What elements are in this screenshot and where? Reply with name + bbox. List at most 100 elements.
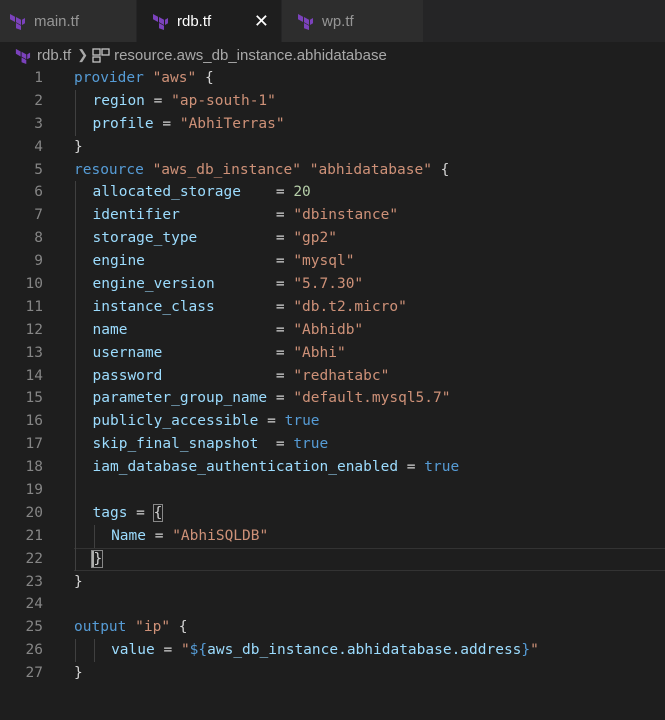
code-line[interactable]: 10 engine_version = "5.7.30" [0, 273, 665, 296]
line-number: 27 [25, 665, 43, 682]
code-line[interactable]: 11 instance_class = "db.t2.micro" [0, 295, 665, 319]
line-number: 14 [25, 367, 43, 384]
line-number: 22 [25, 550, 43, 567]
indent-guide [75, 341, 76, 365]
line-number: 24 [25, 596, 43, 613]
code-line[interactable]: 12 name = "Abhidb" [0, 318, 665, 342]
code-token: 20 [293, 184, 311, 201]
code-line[interactable]: 4} [0, 136, 665, 159]
tab-label: wp.tf [322, 12, 354, 30]
code-token: { [431, 161, 450, 178]
indent-guide [75, 112, 76, 136]
breadcrumb-symbol[interactable]: resource.aws_db_instance.abhidatabase [114, 47, 387, 64]
code-line[interactable]: 27} [0, 662, 665, 685]
code-token: profile [92, 115, 154, 132]
code-content: tags = { [92, 502, 164, 525]
close-icon[interactable]: ✕ [254, 10, 269, 32]
code-token: = [240, 184, 294, 201]
tab-label: main.tf [34, 12, 80, 30]
tab-main-tf[interactable]: main.tf [0, 0, 137, 42]
code-token: parameter_group_name [92, 390, 268, 407]
code-line[interactable]: 9 engine = "mysql" [0, 250, 665, 274]
code-token: "db.t2.micro" [293, 298, 407, 315]
indent-guide [75, 227, 76, 251]
code-token: = [214, 276, 294, 293]
code-token: aws_db_instance.abhidatabase.address [207, 642, 522, 659]
code-content: name = "Abhidb" [93, 319, 364, 342]
indent-guide [75, 204, 76, 228]
code-token: storage_type [92, 230, 198, 247]
code-token: allocated_storage [92, 184, 241, 201]
code-token: = [179, 207, 294, 224]
code-token: "5.7.30" [293, 276, 364, 293]
indent-guide [75, 456, 76, 480]
code-content: } [74, 136, 83, 159]
code-content: iam_database_authentication_enabled = tr… [93, 456, 460, 479]
code-line[interactable]: 1 provider "aws" { [0, 67, 665, 90]
code-token: provider [74, 70, 144, 86]
code-line[interactable]: 17 skip_final_snapshot = true [0, 433, 665, 457]
breadcrumb-file[interactable]: rdb.tf [37, 47, 71, 64]
code-token: = [267, 390, 294, 407]
line-number: 17 [25, 436, 43, 453]
code-token: resource [74, 161, 144, 178]
code-line[interactable]: 8 storage_type = "gp2" [0, 227, 665, 251]
tab-wp-tf[interactable]: wp.tf [281, 0, 423, 42]
code-line[interactable]: 24 [0, 593, 665, 616]
indent-guide [75, 250, 76, 274]
line-number: 4 [34, 138, 43, 155]
code-line[interactable]: 23} [0, 571, 665, 594]
tab-label: rdb.tf [177, 12, 212, 30]
line-number: 2 [34, 92, 43, 109]
code-line[interactable]: 13 username = "Abhi" [0, 341, 665, 365]
code-token: = [146, 527, 173, 544]
code-line[interactable]: 20 tags = { [0, 501, 665, 525]
code-content: value = "${aws_db_instance.abhidatabase.… [111, 639, 539, 662]
resource-symbol-icon [92, 48, 110, 63]
code-line[interactable]: 7 identifier = "dbinstance" [0, 204, 665, 228]
code-token: = [197, 230, 294, 247]
code-token: "aws" [152, 70, 197, 86]
code-line[interactable]: 22} [0, 547, 665, 571]
code-token: tags [92, 504, 128, 521]
code-token: } [90, 549, 104, 568]
code-token: password [92, 367, 163, 384]
code-token: iam_database_authentication_enabled [92, 459, 399, 476]
code-content: storage_type = "gp2" [93, 227, 337, 250]
code-content: publicly_accessible = true [93, 410, 320, 433]
code-line[interactable]: 14 password = "redhatabc" [0, 364, 665, 388]
code-line[interactable]: 19 [0, 479, 665, 502]
code-content: parameter_group_name = "default.mysql5.7… [93, 387, 451, 410]
chevron-right-icon: ❯ [77, 47, 89, 62]
code-token: engine [92, 253, 145, 270]
line-number: 13 [25, 344, 43, 361]
code-line[interactable]: 2 region = "ap-south-1" [0, 89, 665, 113]
code-line[interactable]: 5 resource "aws_db_instance" "abhidatabas… [0, 159, 665, 182]
line-number: 16 [25, 413, 43, 430]
code-line[interactable]: 16 publicly_accessible = true [0, 410, 665, 434]
code-token: "aws_db_instance" [152, 161, 301, 178]
terraform-icon [10, 14, 25, 30]
code-token: "mysql" [293, 253, 355, 270]
code-line[interactable]: 6 allocated_storage = 20 [0, 181, 665, 205]
line-number: 7 [34, 207, 43, 224]
code-token: "AbhiTerras" [179, 115, 285, 132]
line-number: 6 [34, 184, 43, 201]
tab-rdb-tf[interactable]: rdb.tf ✕ [137, 0, 281, 42]
code-token: username [92, 344, 163, 361]
terraform-icon [298, 14, 313, 30]
code-line[interactable]: 26 value = "${aws_db_instance.abhidatabas… [0, 639, 665, 663]
code-content: username = "Abhi" [93, 342, 346, 365]
code-line[interactable]: 21 Name = "AbhiSQLDB" [0, 524, 665, 548]
code-token: Name [111, 527, 146, 544]
code-line[interactable]: 25 output "ip" { [0, 616, 665, 639]
code-editor[interactable]: 1 provider "aws" {2 region = "ap-south-1" 3… [0, 67, 665, 685]
code-line[interactable]: 3 profile = "AbhiTerras" [0, 112, 665, 136]
code-line[interactable]: 18 iam_database_authentication_enabled = … [0, 456, 665, 480]
code-token: engine_version [92, 276, 215, 293]
code-content: allocated_storage = 20 [93, 181, 311, 204]
code-line[interactable]: 15 parameter_group_name = "default.mysql5… [0, 387, 665, 411]
